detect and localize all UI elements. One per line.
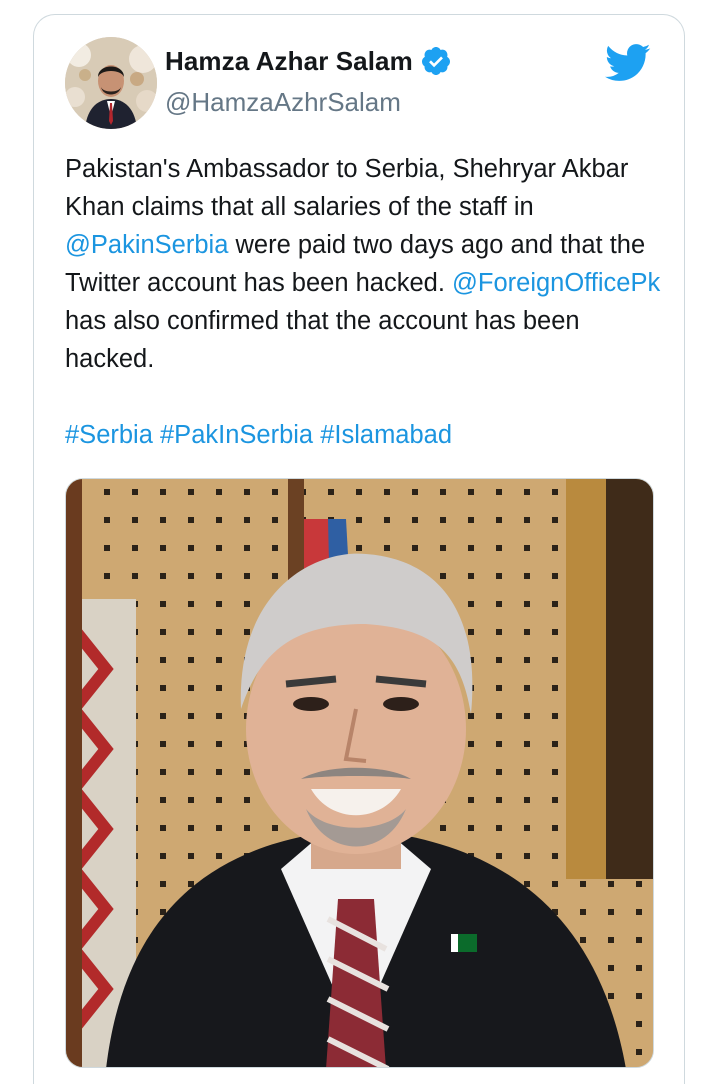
hashtag-islamabad-link[interactable]: #Islamabad <box>320 421 452 449</box>
tweet-text-part: has also confirmed that the account has … <box>65 307 580 373</box>
hashtag-pakinserbia-link[interactable]: #PakInSerbia <box>160 421 313 449</box>
mention-foreignofficepk-link[interactable]: @ForeignOfficePk <box>452 269 660 297</box>
mention-pakinserbia-link[interactable]: @PakinSerbia <box>65 231 228 259</box>
tweet-body: Pakistan's Ambassador to Serbia, Shehrya… <box>65 150 665 454</box>
photo-of-man-in-suit <box>66 479 653 1067</box>
tweet-media-photo[interactable] <box>65 478 654 1068</box>
author-name-row[interactable]: Hamza Azhar Salam <box>165 45 452 77</box>
twitter-bird-icon[interactable] <box>605 43 651 83</box>
author-name[interactable]: Hamza Azhar Salam <box>165 46 413 77</box>
hashtag-serbia-link[interactable]: #Serbia <box>65 421 153 449</box>
hashtags-row: #Serbia #PakInSerbia #Islamabad <box>65 416 665 454</box>
tweet-text-part: Pakistan's Ambassador to Serbia, Shehrya… <box>65 155 629 221</box>
tweet-paragraph: Pakistan's Ambassador to Serbia, Shehrya… <box>65 150 665 378</box>
verified-badge-icon <box>421 47 450 75</box>
author-avatar[interactable] <box>65 37 157 129</box>
tweet-card[interactable]: Hamza Azhar Salam @HamzaAzhrSalam Pakist… <box>33 14 685 1084</box>
author-handle[interactable]: @HamzaAzhrSalam <box>165 87 401 118</box>
